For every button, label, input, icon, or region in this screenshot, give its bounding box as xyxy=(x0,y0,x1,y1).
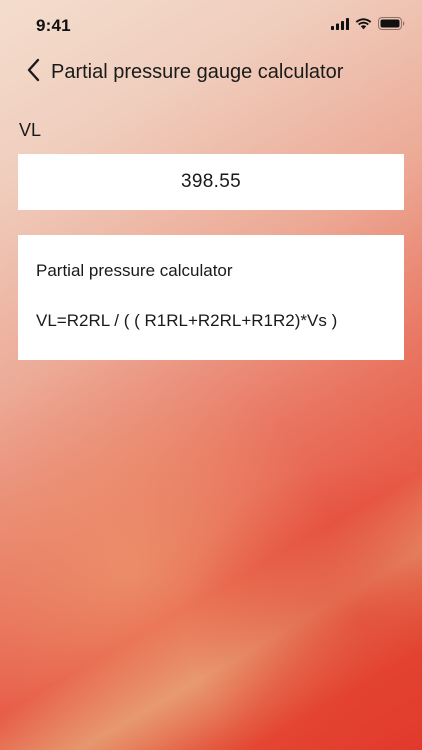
result-value: 398.55 xyxy=(181,171,241,192)
calculator-screen: 9:41 Partial pressure gauge calculator V… xyxy=(0,0,422,750)
battery-icon xyxy=(378,17,405,35)
navigation-bar: Partial pressure gauge calculator xyxy=(0,52,422,92)
status-icons xyxy=(331,17,405,35)
back-button[interactable] xyxy=(20,58,46,86)
calculator-name: Partial pressure calculator xyxy=(36,261,233,280)
formula-info-card: Partial pressure calculator VL=R2RL / ( … xyxy=(18,235,404,360)
cellular-signal-icon xyxy=(331,17,349,35)
page-title: Partial pressure gauge calculator xyxy=(51,61,344,83)
formula-text: VL=R2RL / ( ( R1RL+R2RL+R1R2)*Vs ) xyxy=(36,311,338,330)
status-time: 9:41 xyxy=(36,16,71,35)
result-value-field[interactable]: 398.55 xyxy=(18,154,404,210)
result-label: VL xyxy=(19,120,42,140)
wifi-icon xyxy=(355,17,372,35)
chevron-left-icon xyxy=(26,58,40,87)
status-bar: 9:41 xyxy=(0,0,422,52)
